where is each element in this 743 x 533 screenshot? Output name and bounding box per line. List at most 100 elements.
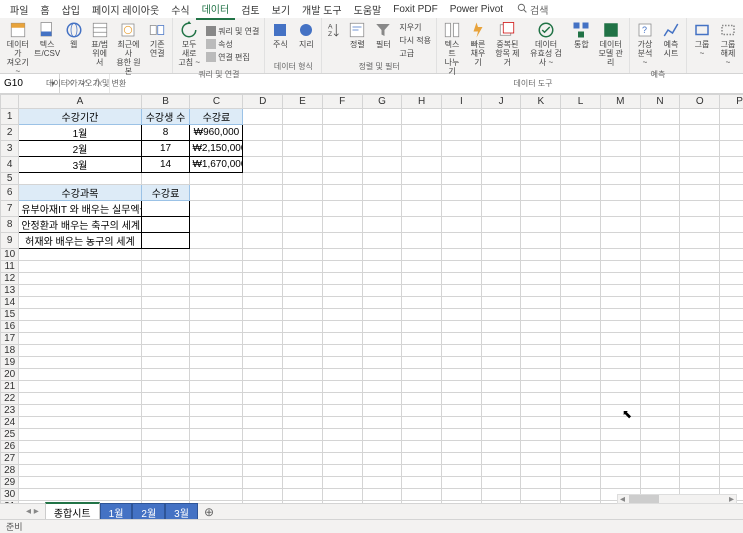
cell[interactable] xyxy=(283,249,323,261)
cell[interactable] xyxy=(402,393,442,405)
cell[interactable] xyxy=(720,333,743,345)
cell[interactable] xyxy=(442,285,482,297)
btn-consolidate[interactable]: 통합 xyxy=(569,20,593,77)
col-I[interactable]: I xyxy=(442,95,482,109)
cell[interactable] xyxy=(19,393,141,405)
row-12[interactable]: 12 xyxy=(1,273,19,285)
cell[interactable] xyxy=(243,345,283,357)
cell[interactable] xyxy=(362,217,402,233)
cell-A4[interactable]: 3월 xyxy=(19,157,141,173)
cell[interactable] xyxy=(283,157,323,173)
cell[interactable] xyxy=(561,477,601,489)
btn-properties[interactable]: 속성 xyxy=(204,38,261,51)
cell[interactable] xyxy=(442,465,482,477)
btn-table-range[interactable]: 표/범 위에서 xyxy=(88,20,112,77)
cell[interactable] xyxy=(283,345,323,357)
cell[interactable] xyxy=(720,217,743,233)
cell[interactable] xyxy=(322,429,362,441)
sheet-tab-3[interactable]: 3월 xyxy=(165,503,198,521)
cell[interactable] xyxy=(402,109,442,125)
cell[interactable] xyxy=(640,309,680,321)
cell[interactable] xyxy=(481,393,521,405)
cell[interactable] xyxy=(402,381,442,393)
cell[interactable] xyxy=(402,201,442,217)
cell[interactable] xyxy=(600,333,640,345)
cell[interactable] xyxy=(442,185,482,201)
cell[interactable] xyxy=(640,345,680,357)
cell[interactable] xyxy=(190,441,243,453)
col-G[interactable]: G xyxy=(362,95,402,109)
row-22[interactable]: 22 xyxy=(1,393,19,405)
cell[interactable] xyxy=(521,429,561,441)
cell[interactable] xyxy=(720,173,743,185)
cell[interactable] xyxy=(680,429,720,441)
cell[interactable] xyxy=(141,261,190,273)
cell[interactable] xyxy=(600,297,640,309)
cell[interactable] xyxy=(442,381,482,393)
cell[interactable] xyxy=(640,233,680,249)
cell[interactable] xyxy=(190,217,243,233)
cell[interactable] xyxy=(190,173,243,185)
cell[interactable] xyxy=(720,185,743,201)
cell[interactable] xyxy=(283,489,323,501)
cell[interactable] xyxy=(481,381,521,393)
cell[interactable] xyxy=(521,357,561,369)
col-K[interactable]: K xyxy=(521,95,561,109)
cell[interactable] xyxy=(141,441,190,453)
cell[interactable] xyxy=(600,309,640,321)
cell[interactable] xyxy=(243,393,283,405)
cell[interactable] xyxy=(283,297,323,309)
cell[interactable] xyxy=(481,141,521,157)
cell[interactable] xyxy=(561,381,601,393)
cell[interactable] xyxy=(680,381,720,393)
cell[interactable] xyxy=(680,233,720,249)
cell[interactable] xyxy=(640,369,680,381)
row-19[interactable]: 19 xyxy=(1,357,19,369)
btn-advanced[interactable]: 고급 xyxy=(397,47,433,60)
sheet-tab-1[interactable]: 1월 xyxy=(100,503,133,521)
cell[interactable] xyxy=(243,381,283,393)
cell-B7[interactable] xyxy=(141,201,190,217)
cell-B2[interactable]: 8 xyxy=(141,125,190,141)
cell[interactable] xyxy=(720,297,743,309)
cell[interactable] xyxy=(600,173,640,185)
row-13[interactable]: 13 xyxy=(1,285,19,297)
tab-developer[interactable]: 개발 도구 xyxy=(296,0,348,19)
cell[interactable] xyxy=(322,125,362,141)
cell[interactable] xyxy=(481,109,521,125)
cell[interactable] xyxy=(190,249,243,261)
cell[interactable] xyxy=(720,233,743,249)
cell[interactable] xyxy=(561,185,601,201)
cell[interactable] xyxy=(561,157,601,173)
cell[interactable] xyxy=(680,369,720,381)
cell-C2[interactable]: ₩960,000 xyxy=(190,125,243,141)
btn-data-validation[interactable]: 데이터 유효성 검사 ~ xyxy=(525,20,568,77)
cell[interactable] xyxy=(600,417,640,429)
cell[interactable] xyxy=(322,273,362,285)
cell[interactable] xyxy=(362,333,402,345)
cell[interactable] xyxy=(141,405,190,417)
cell[interactable] xyxy=(680,477,720,489)
cell[interactable] xyxy=(640,357,680,369)
cell[interactable] xyxy=(402,321,442,333)
cell[interactable] xyxy=(600,141,640,157)
cell[interactable] xyxy=(322,157,362,173)
cell[interactable] xyxy=(680,417,720,429)
cell[interactable] xyxy=(402,125,442,141)
cell[interactable] xyxy=(141,285,190,297)
tab-powerpivot[interactable]: Power Pivot xyxy=(444,2,509,17)
cell[interactable] xyxy=(561,249,601,261)
cell[interactable] xyxy=(243,141,283,157)
cell[interactable] xyxy=(442,393,482,405)
cell[interactable] xyxy=(362,321,402,333)
cell[interactable] xyxy=(190,453,243,465)
cell[interactable] xyxy=(600,393,640,405)
cell[interactable] xyxy=(283,261,323,273)
cell[interactable] xyxy=(640,405,680,417)
cell[interactable] xyxy=(322,297,362,309)
cell[interactable] xyxy=(561,141,601,157)
cell[interactable] xyxy=(521,249,561,261)
cell[interactable] xyxy=(141,393,190,405)
cell[interactable] xyxy=(442,417,482,429)
cell[interactable] xyxy=(442,453,482,465)
